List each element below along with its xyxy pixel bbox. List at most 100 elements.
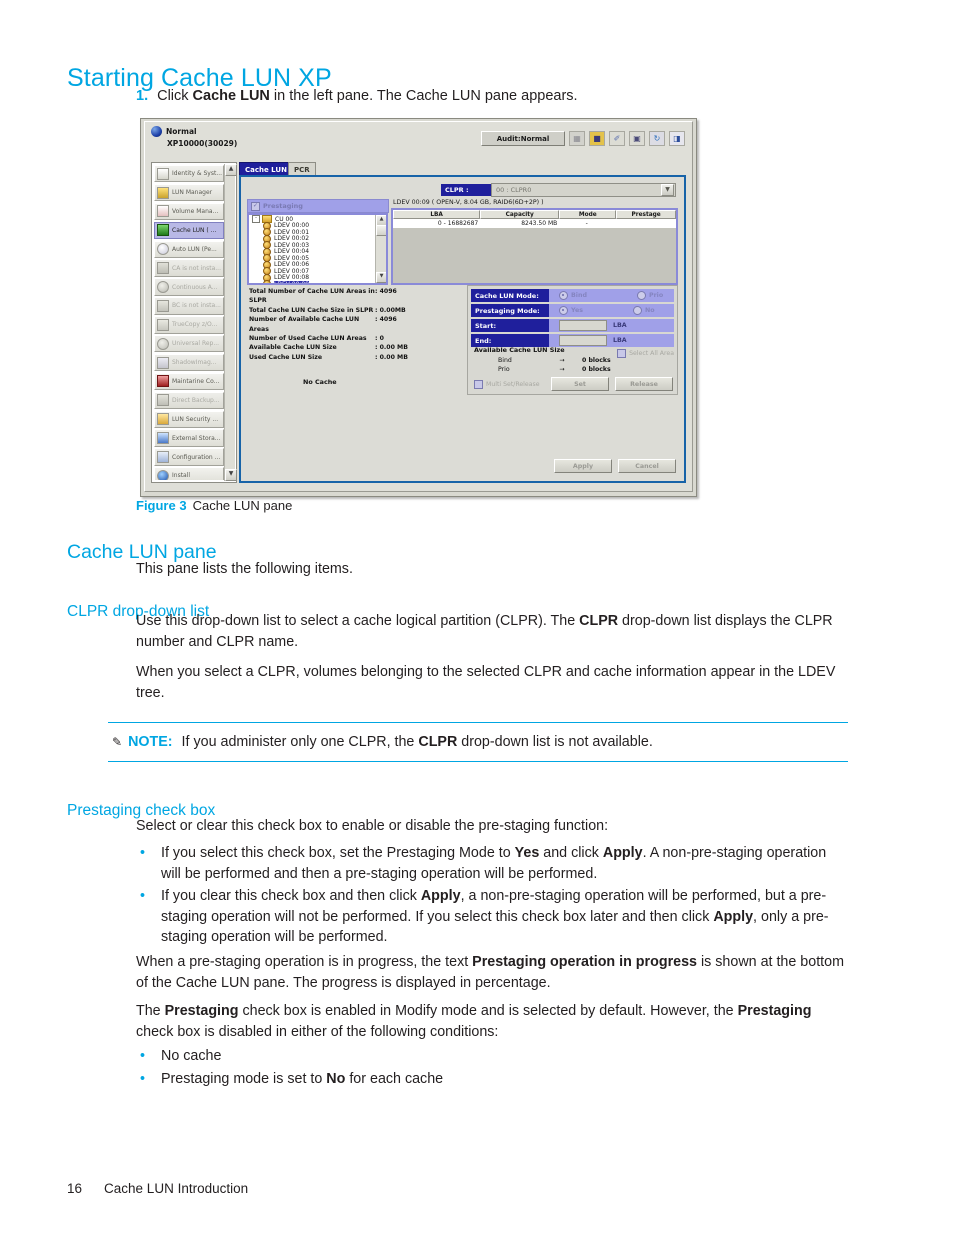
prestaging-checkbox[interactable]: Prestaging bbox=[247, 199, 389, 213]
release-button[interactable]: Release bbox=[615, 377, 673, 391]
scroll-down-icon[interactable]: ▼ bbox=[225, 469, 237, 481]
stat-row: Total Cache LUN Cache Size in SLPR: 0.00… bbox=[249, 306, 449, 315]
figure-caption: Figure 3 Cache LUN pane bbox=[136, 498, 292, 513]
sidebar-item-maintenance[interactable]: Maintarine Co... bbox=[154, 372, 224, 391]
t3: Apply bbox=[602, 845, 643, 861]
cell-lba: 0 - 16882687 bbox=[437, 220, 479, 227]
sidebar-item-lun-security[interactable]: LUN Security ... bbox=[154, 410, 224, 428]
exit-icon[interactable]: ◨ bbox=[669, 131, 685, 146]
tab-pcr[interactable]: PCR bbox=[288, 162, 316, 176]
column-header-mode[interactable]: Mode bbox=[559, 210, 617, 219]
sidebar-item-configuration[interactable]: Configuration ... bbox=[154, 448, 224, 466]
ldev-caption: LDEV 00:09 ( OPEN-V, 8.04 GB, RAID6(6D+2… bbox=[393, 199, 544, 206]
note-text: If you administer only one CLPR, the CLP… bbox=[182, 734, 653, 750]
sidebar-item-volume-manager[interactable]: Volume Mana... bbox=[154, 202, 224, 221]
radio-icon[interactable] bbox=[633, 306, 643, 315]
tree-item-selected[interactable]: LDEV 00:09 bbox=[251, 280, 375, 283]
clpr-row: CLPR : 00 : CLPR0 ▼ bbox=[441, 183, 676, 197]
note-text-c: drop-down list is not available. bbox=[457, 734, 653, 750]
clpr-label: CLPR : bbox=[441, 184, 491, 196]
radio-bind[interactable]: Bind bbox=[559, 291, 587, 300]
sidebar-item-label: LUN Manager bbox=[172, 189, 213, 197]
sidebar-item-identity[interactable]: Identity & Syst... bbox=[154, 165, 224, 183]
scroll-up-icon[interactable]: ▲ bbox=[225, 164, 237, 176]
radio-no[interactable]: No bbox=[633, 306, 655, 315]
apply-cancel-row: Apply Cancel bbox=[548, 459, 676, 473]
stat-row: Total Number of Cache LUN Areas in SLPR:… bbox=[249, 287, 449, 306]
table-header-row: LBA Capacity Mode Prestage bbox=[393, 210, 676, 219]
end-input[interactable] bbox=[559, 335, 607, 346]
start-input[interactable] bbox=[559, 320, 607, 331]
tab-cache-lun[interactable]: Cache LUN bbox=[239, 162, 293, 176]
note-text-a: If you administer only one CLPR, the bbox=[181, 734, 419, 750]
stat-label: Number of Used Cache LUN Areas bbox=[249, 335, 367, 343]
refresh-icon[interactable]: ↻ bbox=[649, 131, 665, 146]
clpr-paragraph-2: When you select a CLPR, volumes belongin… bbox=[136, 664, 836, 701]
intro-paragraph: This pane lists the following items. bbox=[136, 561, 353, 577]
audit-button[interactable]: Audit:Normal bbox=[481, 131, 565, 146]
sidebar-item-label: External Stora... bbox=[172, 434, 221, 442]
ldev-tree[interactable]: - CU 00 LDEV 00:00 LDEV 00:01 LDEV 00:02… bbox=[247, 213, 388, 285]
cache-lun-screenshot: Normal XP10000(30029) Audit:Normal ▦ ■ ✐… bbox=[140, 118, 697, 497]
apply-button[interactable]: Apply bbox=[554, 459, 612, 473]
stat-label: Total Cache LUN Cache Size in SLPR bbox=[249, 306, 374, 314]
sidebar-item-label: Cache LUN ( ... bbox=[172, 226, 217, 234]
truecopy-icon bbox=[157, 318, 169, 331]
cell-capacity: 8243.50 MB bbox=[521, 220, 558, 227]
multi-set-release-checkbox[interactable]: Multi Set/Release bbox=[474, 379, 545, 389]
bullet-list-2: • No cache • Prestaging mode is set to N… bbox=[140, 1046, 846, 1091]
preview-icon[interactable]: ▣ bbox=[629, 131, 645, 146]
bullet-icon: • bbox=[140, 888, 146, 904]
column-header-prestage[interactable]: Prestage bbox=[616, 210, 676, 219]
lock-icon[interactable]: ■ bbox=[589, 131, 605, 146]
sidebar-item-label: CA is not insta... bbox=[172, 264, 221, 272]
figure-text: Cache LUN pane bbox=[192, 498, 293, 513]
expander-icon[interactable]: - bbox=[252, 215, 260, 224]
select-all-area-box[interactable] bbox=[617, 349, 627, 358]
available-row-prio: Prio → 0 blocks bbox=[498, 366, 611, 373]
sidebar-item-truecopy: TrueCopy z/O... bbox=[154, 316, 224, 334]
t0: If you select this check box, set the Pr… bbox=[161, 845, 515, 861]
clpr-p1-a: Use this drop-down list to select a cach… bbox=[136, 613, 580, 629]
sidebar-item-cache-lun[interactable]: Cache LUN ( ... bbox=[154, 221, 224, 240]
set-button[interactable]: Set bbox=[551, 377, 609, 391]
prestaging-mode-row: Prestaging Mode: Yes No bbox=[471, 304, 674, 317]
prestaging-checkbox-box[interactable] bbox=[251, 201, 260, 211]
tree-scrollbar[interactable]: ▲ ▼ bbox=[375, 215, 386, 283]
radio-icon[interactable] bbox=[559, 291, 568, 300]
cell-mode: - bbox=[585, 220, 588, 227]
radio-icon[interactable] bbox=[559, 306, 568, 315]
table-row[interactable]: 0 - 16882687 8243.50 MB - bbox=[393, 219, 676, 228]
multi-set-release-box[interactable] bbox=[474, 379, 483, 389]
sidebar-item-auto-lun[interactable]: Auto LUN (Pe... bbox=[154, 240, 224, 258]
column-header-capacity[interactable]: Capacity bbox=[480, 210, 560, 219]
sidebar-item-install[interactable]: Install bbox=[154, 467, 224, 480]
chevron-down-icon[interactable]: ▼ bbox=[661, 184, 674, 196]
sidebar-item-ca: CA is not insta... bbox=[154, 259, 224, 277]
sidebar-scrollbar[interactable]: ▲ ▼ bbox=[224, 164, 237, 481]
sidebar: Identity & Syst... LUN Manager Volume Ma… bbox=[151, 162, 237, 483]
modify-paragraph: The Prestaging check box is enabled in M… bbox=[136, 1001, 848, 1042]
bc-icon bbox=[157, 299, 169, 312]
table-view-icon[interactable]: ▦ bbox=[569, 131, 585, 146]
wrench-icon[interactable]: ✐ bbox=[609, 131, 625, 146]
progress-a: When a pre-staging operation is in progr… bbox=[136, 954, 473, 970]
available-row-value: 0 blocks bbox=[582, 357, 611, 364]
stat-value: : 4096 bbox=[375, 316, 397, 324]
sidebar-item-lun-manager[interactable]: LUN Manager bbox=[154, 183, 224, 202]
clpr-paragraph-1: Use this drop-down list to select a cach… bbox=[136, 611, 848, 652]
sidebar-item-label: Install bbox=[172, 472, 191, 480]
scroll-down-icon[interactable]: ▼ bbox=[376, 272, 386, 283]
cancel-button[interactable]: Cancel bbox=[618, 459, 676, 473]
stat-row: Number of Used Cache LUN Areas: 0 bbox=[249, 334, 449, 343]
step-text-pre: Click bbox=[157, 88, 193, 104]
list-item: • No cache bbox=[140, 1046, 846, 1067]
radio-icon[interactable] bbox=[636, 291, 646, 300]
sidebar-item-external-storage[interactable]: External Stora... bbox=[154, 429, 224, 447]
clpr-dropdown[interactable]: 00 : CLPR0 ▼ bbox=[491, 183, 676, 197]
radio-prio[interactable]: Prio bbox=[636, 291, 663, 300]
radio-yes[interactable]: Yes bbox=[559, 306, 583, 315]
sidebar-item-direct-backup: Direct Backup... bbox=[154, 391, 224, 410]
column-header-lba[interactable]: LBA bbox=[393, 210, 481, 219]
scroll-thumb[interactable] bbox=[376, 225, 386, 236]
